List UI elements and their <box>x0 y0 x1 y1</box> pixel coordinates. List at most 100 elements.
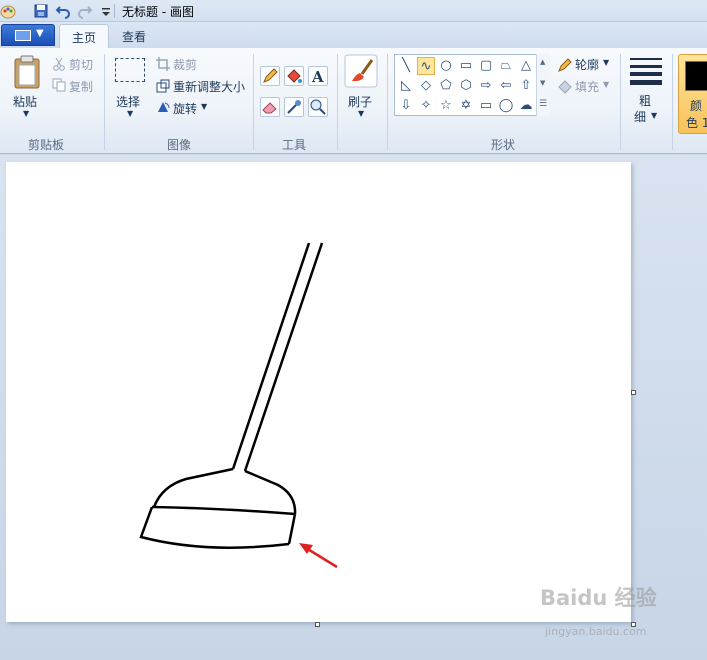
copy-button[interactable]: 复制 <box>69 78 93 95</box>
scroll-down-icon[interactable]: ▼ <box>540 79 545 87</box>
crop-icon <box>156 57 170 71</box>
fill-dropdown-icon[interactable]: ▼ <box>603 80 609 89</box>
group-divider <box>253 54 254 150</box>
line-size-icon[interactable] <box>628 56 664 86</box>
group-divider <box>620 54 621 150</box>
paste-dropdown-icon[interactable]: ▼ <box>23 109 29 118</box>
watermark-site: jingyan.baidu.com <box>545 625 647 638</box>
eraser-icon <box>262 102 277 114</box>
paste-button-label[interactable]: 粘贴 <box>13 93 37 110</box>
brushes-button-label[interactable]: 刷子 <box>348 93 372 110</box>
outline-dropdown-icon[interactable]: ▼ <box>603 58 609 67</box>
shape-hexagon[interactable]: ⬡ <box>457 77 475 95</box>
shape-oval-callout[interactable]: ◯ <box>497 97 515 115</box>
shape-right-triangle[interactable]: ◺ <box>397 77 415 95</box>
eraser-tool[interactable] <box>260 97 280 117</box>
size-label-line2[interactable]: 细 <box>634 108 646 125</box>
color-picker-tool[interactable] <box>284 97 304 117</box>
tab-home[interactable]: 主页 <box>59 24 110 48</box>
red-arrow-annotation <box>299 543 338 569</box>
undo-icon[interactable] <box>55 3 71 19</box>
brush-icon[interactable] <box>344 54 378 88</box>
pencil-tool[interactable] <box>260 66 280 86</box>
pencil-icon <box>263 68 278 83</box>
shape-triangle[interactable]: △ <box>517 57 535 75</box>
group-divider <box>337 54 338 150</box>
customize-dropdown-icon[interactable] <box>98 3 114 19</box>
color-picker-icon <box>287 100 301 114</box>
rotate-icon <box>158 102 170 112</box>
title-bar: 无标题 - 画图 <box>0 0 707 22</box>
file-menu-icon <box>15 30 31 41</box>
brushes-dropdown-icon[interactable]: ▼ <box>358 109 364 118</box>
resize-handle-bottom[interactable] <box>315 622 320 627</box>
fill-icon <box>558 80 572 94</box>
resize-handle-right[interactable] <box>631 390 636 395</box>
scroll-up-icon[interactable]: ▲ <box>540 58 545 66</box>
copy-icon <box>52 78 66 92</box>
shape-rounded-callout[interactable]: ▭ <box>477 97 495 115</box>
baidu-watermark: Baidu 经验 jingyan.baidu.com <box>540 580 707 650</box>
chevron-down-icon: ▼ <box>36 28 44 39</box>
shape-oval[interactable]: ○ <box>437 57 455 75</box>
color1-button[interactable]: 颜 色 1 <box>678 54 707 134</box>
shape-cloud-callout[interactable]: ☁ <box>517 97 535 115</box>
fill-tool[interactable] <box>284 66 304 86</box>
select-dropdown-icon[interactable]: ▼ <box>127 109 133 118</box>
shape-rectangle[interactable]: ▭ <box>457 57 475 75</box>
outline-icon <box>558 58 572 72</box>
rotate-dropdown-icon[interactable]: ▼ <box>201 102 207 111</box>
shape-diamond[interactable]: ◇ <box>417 77 435 95</box>
shapes-group-label: 形状 <box>491 138 516 152</box>
crop-button[interactable]: 裁剪 <box>173 56 197 73</box>
expand-gallery-icon[interactable]: ☰ <box>539 99 547 109</box>
shape-curve[interactable]: ∿ <box>417 57 435 75</box>
drawing-canvas[interactable] <box>6 162 631 622</box>
image-group-label: 图像 <box>167 138 192 152</box>
size-dropdown-icon[interactable]: ▼ <box>651 111 657 120</box>
magnifier-tool[interactable] <box>308 97 328 117</box>
paint-app-icon[interactable] <box>0 3 16 19</box>
color1-label-line1: 颜 <box>690 99 703 113</box>
shape-down-arrow[interactable]: ⇩ <box>397 97 415 115</box>
shape-five-point-star[interactable]: ☆ <box>437 97 455 115</box>
color1-label-line2: 色 1 <box>686 116 707 130</box>
select-button-label[interactable]: 选择 <box>116 93 140 110</box>
resize-button[interactable]: 重新调整大小 <box>173 78 245 95</box>
window-title: 无标题 - 画图 <box>122 5 194 19</box>
shape-six-point-star[interactable]: ✡ <box>457 97 475 115</box>
svg-text:A: A <box>311 68 324 85</box>
scissors-icon <box>53 57 65 71</box>
shape-left-arrow[interactable]: ⇦ <box>497 77 515 95</box>
cut-button[interactable]: 剪切 <box>69 56 93 73</box>
paste-icon[interactable] <box>12 54 42 90</box>
magnifier-icon <box>310 99 326 115</box>
fill-bucket-icon <box>287 69 302 83</box>
ribbon-tab-row: ▼ 主页 查看 <box>0 22 707 48</box>
group-divider <box>387 54 388 150</box>
size-label-line1[interactable]: 粗 <box>639 92 651 109</box>
clipboard-group-label: 剪贴板 <box>28 138 65 152</box>
tab-view[interactable]: 查看 <box>110 24 158 48</box>
resize-icon <box>156 79 170 93</box>
text-tool[interactable]: A <box>308 66 328 86</box>
file-menu-button[interactable]: ▼ <box>1 24 55 46</box>
shape-line[interactable]: ╲ <box>397 57 415 75</box>
shape-pentagon[interactable]: ⬠ <box>437 77 455 95</box>
shape-polygon[interactable]: ⏢ <box>497 57 515 75</box>
rotate-button[interactable]: 旋转 <box>173 100 197 117</box>
outline-button[interactable]: 轮廓 <box>575 56 599 73</box>
redo-icon[interactable] <box>77 3 93 19</box>
shape-right-arrow[interactable]: ⇨ <box>477 77 495 95</box>
color1-swatch <box>685 61 707 91</box>
fill-button[interactable]: 填充 <box>575 78 599 95</box>
group-divider <box>104 54 105 150</box>
shapes-scrollbar[interactable]: ▲ ▼ ☰ <box>536 54 550 116</box>
shape-up-arrow[interactable]: ⇧ <box>517 77 535 95</box>
select-icon[interactable] <box>115 58 145 82</box>
shape-rounded-rectangle[interactable]: ▢ <box>477 57 495 75</box>
ribbon: 粘贴 ▼ 剪切 复制 剪贴板 选择 ▼ 裁剪 重新调整大小 旋转 ▼ 图像 A <box>0 48 707 154</box>
shape-four-point-star[interactable]: ✧ <box>417 97 435 115</box>
save-icon[interactable] <box>33 3 49 19</box>
group-divider <box>672 54 673 150</box>
